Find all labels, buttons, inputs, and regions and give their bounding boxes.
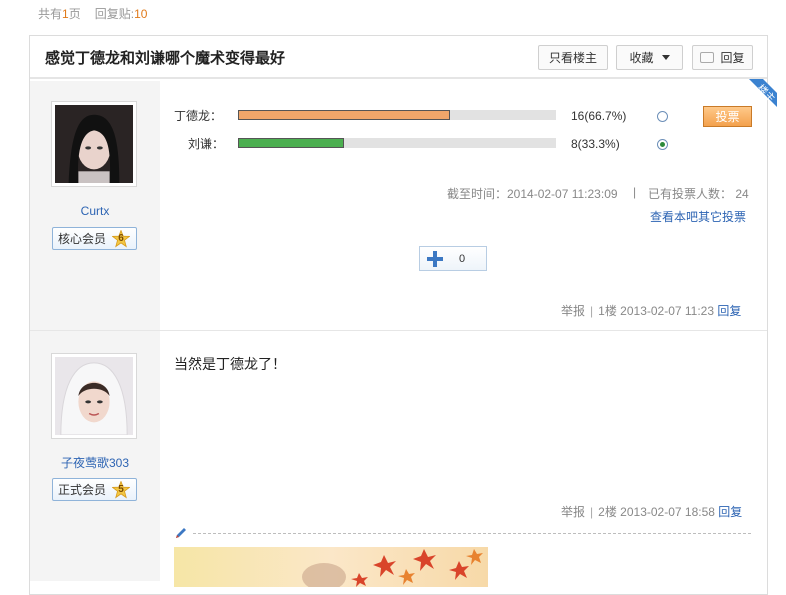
member-level-number: 6 xyxy=(118,233,124,244)
post-footer: 举报 | 1楼 2013-02-07 11:23 回复 xyxy=(561,304,742,318)
poll-option-radio[interactable] xyxy=(657,139,668,150)
avatar-image xyxy=(55,105,133,183)
favorite-dropdown-button[interactable]: 收藏 xyxy=(616,45,683,70)
report-link[interactable]: 举报 xyxy=(561,304,585,318)
reply-link[interactable]: 回复 xyxy=(718,505,742,519)
member-rank-label: 核心会员 xyxy=(58,232,107,246)
signature-image xyxy=(174,547,488,587)
plus-count: 0 xyxy=(459,252,466,265)
total-pages-suffix: 页 xyxy=(68,7,81,21)
page-info: 共有1页 回复贴:10 xyxy=(38,5,147,22)
only-author-button[interactable]: 只看楼主 xyxy=(538,45,608,70)
poll-bar-track xyxy=(238,138,556,148)
poll-option-count: 16(66.7%) xyxy=(571,109,627,123)
only-author-label: 只看楼主 xyxy=(548,51,597,65)
thread-title: 感觉丁德龙和刘谦哪个魔术变得最好 xyxy=(45,49,286,67)
other-polls-link[interactable]: 查看本吧其它投票 xyxy=(650,208,746,225)
floor-number: 1楼 xyxy=(598,304,617,318)
speech-bubble-icon xyxy=(700,52,715,63)
member-rank-label: 正式会员 xyxy=(58,483,107,497)
reply-label: 回复 xyxy=(720,51,745,65)
chevron-down-icon xyxy=(661,55,670,60)
report-link[interactable]: 举报 xyxy=(561,505,585,519)
avatar[interactable] xyxy=(51,353,137,439)
plus-icon xyxy=(427,250,443,267)
avatar[interactable] xyxy=(51,101,137,187)
pen-icon xyxy=(176,528,186,538)
star-icon: 6 xyxy=(112,229,131,248)
author-username[interactable]: 子夜莺歌303 xyxy=(30,454,160,471)
star-icon: 5 xyxy=(112,480,131,499)
total-pages-count: 1 xyxy=(62,7,69,21)
signature-divider xyxy=(193,533,751,534)
favorite-label: 收藏 xyxy=(629,51,654,65)
floor-number: 2楼 xyxy=(598,505,617,519)
reply-button[interactable]: 回复 xyxy=(692,45,753,70)
vote-button[interactable]: 投票 xyxy=(703,106,752,127)
poll-bar-track xyxy=(238,110,556,120)
post-time: 2013-02-07 11:23 xyxy=(620,304,715,318)
poll-option-name: 刘谦： xyxy=(188,137,225,151)
member-rank-badge: 正式会员 5 xyxy=(52,478,137,501)
avatar-image xyxy=(55,357,133,436)
post-time: 2013-02-07 18:58 xyxy=(620,505,715,519)
poll-option-count: 8(33.3%) xyxy=(571,137,620,151)
post-footer: 举报 | 2楼 2013-02-07 18:58 回复 xyxy=(561,505,743,519)
poll-separator: | xyxy=(633,185,637,199)
poll-option-name: 丁德龙： xyxy=(174,109,223,123)
poll-bar-fill xyxy=(238,138,344,148)
post-content: 当然是丁德龙了！ xyxy=(174,357,286,373)
member-level-number: 5 xyxy=(118,484,124,495)
author-username[interactable]: Curtx xyxy=(30,204,160,218)
poll-option-radio[interactable] xyxy=(657,111,668,122)
poll-voter-count: 已有投票人数： 24 xyxy=(648,187,749,201)
total-pages-prefix: 共有 xyxy=(38,7,63,21)
post-divider xyxy=(30,330,767,331)
reply-count-label: 回复贴: xyxy=(94,7,135,21)
plus-one-button[interactable]: 0 xyxy=(419,246,487,271)
poll-deadline: 截至时间：2014-02-07 11:23:09 xyxy=(447,187,618,201)
poll-bar-fill xyxy=(238,110,451,120)
reply-count-value: 10 xyxy=(134,7,148,21)
member-rank-badge: 核心会员 6 xyxy=(52,227,137,250)
reply-link[interactable]: 回复 xyxy=(717,304,741,318)
